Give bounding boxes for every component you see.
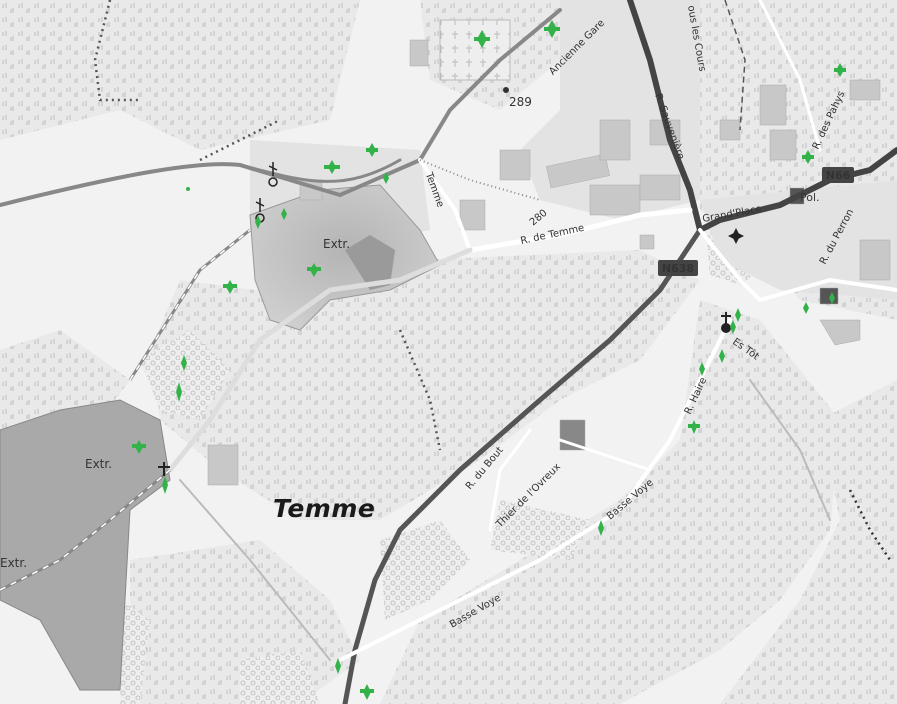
svg-text:N638: N638 — [662, 262, 694, 275]
label-elev-289: 289 — [509, 95, 532, 109]
label-extr-left: Extr. — [85, 457, 112, 471]
road-shield-n66: N66 — [822, 167, 854, 183]
map-canvas[interactable]: N66 N638 R. de Temme Temme Ancienne Gare… — [0, 0, 897, 704]
label-extr-edge: Extr. — [0, 556, 27, 570]
spot-height-289-icon — [503, 87, 509, 93]
label-r-de-temme: R. de Temme — [520, 223, 586, 247]
map-svg: N66 N638 R. de Temme Temme Ancienne Gare… — [0, 0, 897, 704]
road-shield-n638: N638 — [658, 260, 698, 276]
map-pin-icon[interactable] — [721, 323, 731, 333]
svg-text:N66: N66 — [826, 169, 851, 182]
label-elev-280: 280 — [528, 208, 550, 229]
label-extr-center: Extr. — [323, 237, 350, 251]
label-pol: Pol. — [800, 191, 820, 204]
place-name-temme: Temme — [273, 494, 376, 523]
cemetery-area — [439, 19, 511, 81]
